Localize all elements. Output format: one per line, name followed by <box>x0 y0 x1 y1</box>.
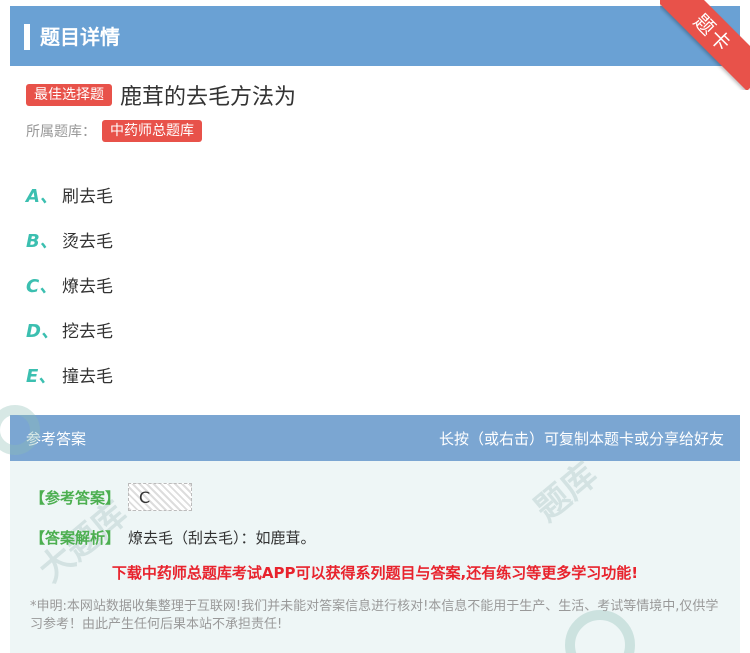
option-a[interactable]: A、 刷去毛 <box>26 172 113 217</box>
analysis-row: 【答案解析】 燎去毛（刮去毛）：如鹿茸。 <box>30 527 316 548</box>
option-e[interactable]: E、 撞去毛 <box>26 352 113 397</box>
analysis-text: 燎去毛（刮去毛）：如鹿茸。 <box>128 529 316 547</box>
option-text: 挖去毛 <box>62 322 113 342</box>
option-c[interactable]: C、 燎去毛 <box>26 262 113 307</box>
option-letter: D、 <box>26 320 59 342</box>
option-d[interactable]: D、 挖去毛 <box>26 307 113 352</box>
ribbon-label: 题卡 <box>660 0 750 90</box>
option-list: A、 刷去毛 B、 烫去毛 C、 燎去毛 D、 挖去毛 E、 撞去毛 <box>26 172 113 397</box>
option-text: 刷去毛 <box>62 187 113 207</box>
bank-name-badge[interactable]: 中药师总题库 <box>102 120 202 142</box>
answer-row: 【参考答案】 C <box>30 483 193 511</box>
option-letter: E、 <box>26 365 57 387</box>
question-line: 最佳选择题 鹿茸的去毛方法为 <box>26 80 296 110</box>
page-title: 题目详情 <box>40 25 120 49</box>
answer-value: C <box>128 483 193 511</box>
question-text: 鹿茸的去毛方法为 <box>120 85 297 110</box>
disclaimer-text: *申明:本网站数据收集整理于互联网!我们并未能对答案信息进行核对!本信息不能用于… <box>30 599 719 632</box>
watermark-decoration: 题库 <box>527 455 606 530</box>
question-bank-line: 所属题库： 中药师总题库 <box>26 120 202 142</box>
question-card-ribbon[interactable]: 题卡 <box>660 0 750 90</box>
header-accent-bar <box>24 24 30 50</box>
option-letter: C、 <box>26 275 58 297</box>
option-text: 烫去毛 <box>62 232 113 252</box>
option-letter: B、 <box>26 230 58 252</box>
answer-label: 【参考答案】 <box>30 488 121 507</box>
answer-panel-header: 参考答案 长按（或右击）可复制本题卡或分享给好友 <box>10 415 740 461</box>
option-text: 撞去毛 <box>62 367 113 387</box>
page-header: 题目详情 <box>10 6 740 66</box>
question-type-badge: 最佳选择题 <box>26 84 112 106</box>
answer-panel: 参考答案 长按（或右击）可复制本题卡或分享给好友 大题库 题库 【参考答案】 C… <box>0 405 740 653</box>
bank-label: 所属题库： <box>26 124 96 140</box>
app-download-promo[interactable]: 下载中药师总题库考试APP可以获得系列题目与答案,还有练习等更多学习功能! <box>10 562 740 583</box>
analysis-label: 【答案解析】 <box>30 529 121 547</box>
share-hint: 长按（或右击）可复制本题卡或分享给好友 <box>438 429 724 448</box>
option-text: 燎去毛 <box>62 277 113 297</box>
option-b[interactable]: B、 烫去毛 <box>26 217 113 262</box>
option-letter: A、 <box>26 185 58 207</box>
